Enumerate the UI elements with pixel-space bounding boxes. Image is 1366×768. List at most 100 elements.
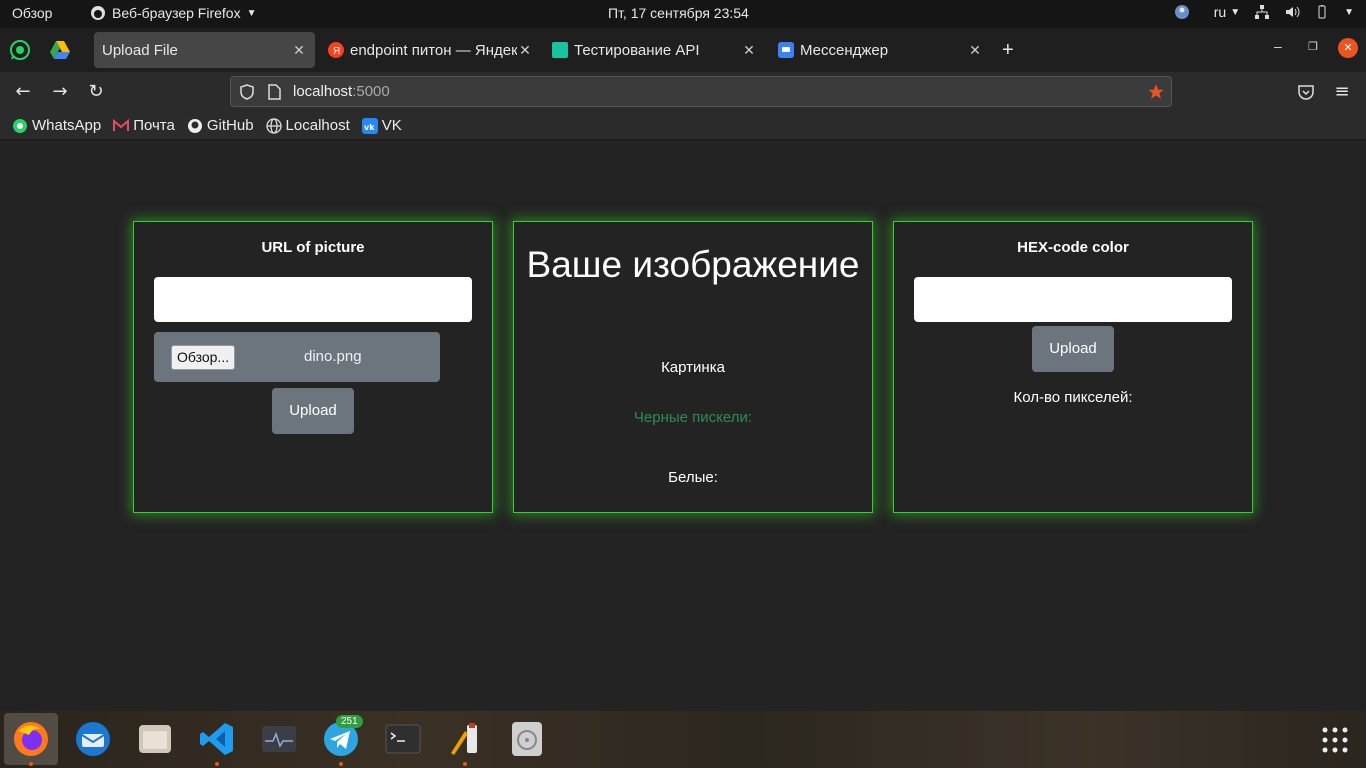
maximize-button[interactable]: ❐ [1308,40,1318,53]
bookmark-vk[interactable]: vk VK [361,117,402,134]
tab-yandex-search[interactable]: Я endpoint питон — Яндекс ✕ [320,32,541,68]
url-bar[interactable]: localhost:5000 [230,76,1172,107]
navigation-toolbar: ← → ↻ localhost:5000 ≡ [0,72,1366,112]
google-drive-pinned-tab-icon[interactable] [48,38,72,62]
picture-label: Картинка [661,359,725,376]
chevron-down-icon[interactable]: ▼ [1344,7,1354,18]
system-monitor-icon[interactable] [259,719,299,759]
card-title: URL of picture [261,239,365,256]
thunderbird-icon[interactable] [73,719,113,759]
mail-icon [113,118,130,131]
paint-app-icon[interactable] [445,719,485,759]
running-indicator [463,762,467,766]
tab-upload-file[interactable]: Upload File ✕ [94,32,315,68]
back-button[interactable]: ← [12,81,34,103]
upload-button[interactable]: Upload [272,388,354,434]
bookmark-label: VK [381,117,402,134]
close-icon[interactable]: ✕ [291,42,307,59]
minimize-button[interactable]: – [1274,38,1282,54]
github-icon [187,118,202,133]
reload-button[interactable]: ↻ [85,81,107,103]
api-tool-icon [552,42,568,58]
bookmark-label: WhatsApp [32,117,102,134]
files-icon[interactable] [135,719,175,759]
tab-label: endpoint питон — Яндекс [350,41,517,59]
chevron-down-icon: ▼ [246,7,257,19]
tab-api-testing[interactable]: Тестирование API ✕ [544,32,765,68]
hex-color-card: HEX-code color Upload Кол-во пикселей: [893,221,1253,513]
close-window-button[interactable]: ✕ [1338,38,1358,58]
tab-messenger[interactable]: Мессенджер ✕ [770,32,991,68]
card-title: HEX-code color [1017,239,1129,256]
system-top-bar: Обзор Веб-браузер Firefox ▼ Пт, 17 сентя… [0,0,1366,28]
keyboard-layout-indicator[interactable]: ru ▼ [1214,4,1240,20]
keyboard-layout-label: ru [1213,4,1227,20]
chevron-down-icon: ▼ [1230,6,1241,18]
pixel-count-label: Кол-во пикселей: [1013,389,1133,406]
running-indicator [29,762,33,766]
upload-button[interactable]: Upload [1032,326,1114,372]
svg-text:vk: vk [364,123,375,132]
white-pixels-label: Белые: [668,469,718,486]
whatsapp-icon [13,118,27,133]
pocket-icon[interactable] [1297,83,1315,101]
tab-label: Тестирование API [574,41,700,59]
hex-code-input[interactable] [914,277,1232,322]
activities-button[interactable]: Обзор [12,5,52,21]
globe-icon [265,117,282,134]
bookmark-github[interactable]: GitHub [187,117,254,134]
app-menu-label: Веб-браузер Firefox [112,5,241,21]
yandex-icon: Я [328,42,344,58]
shield-icon[interactable] [239,84,255,100]
terminal-icon[interactable] [383,719,423,759]
show-applications-icon[interactable] [1322,727,1348,753]
new-tab-button[interactable]: + [1002,40,1014,60]
volume-icon[interactable] [1284,4,1300,20]
taskbar-dock: 251 [0,711,1366,768]
telegram-unread-badge: 251 [336,715,363,728]
system-tray[interactable]: ru ▼ ▼ [1174,4,1354,20]
firefox-app-icon [91,6,105,20]
user-avatar-icon[interactable] [1174,4,1190,20]
black-pixels-label: Черные пискели: [633,409,753,426]
browse-button[interactable]: Обзор... [171,345,236,370]
url-host: localhost [293,83,353,100]
running-indicator [215,762,219,766]
picture-url-input[interactable] [154,277,472,322]
svg-text:Я: Я [333,46,340,57]
result-card: Ваше изображение Картинка Черные пискели… [513,221,873,513]
result-title: Ваше изображение [526,244,860,285]
close-icon[interactable]: ✕ [967,42,983,59]
selected-file-name: dino.png [304,348,362,365]
tab-label: Upload File [102,41,178,59]
forward-button[interactable]: → [49,81,71,103]
page-icon[interactable] [267,84,281,100]
url-text: localhost:5000 [293,83,390,100]
close-icon[interactable]: ✕ [517,42,533,59]
vscode-icon[interactable] [197,719,237,759]
bookmark-whatsapp[interactable]: WhatsApp [12,117,101,134]
url-port: :5000 [352,83,390,100]
app-menu[interactable]: Веб-браузер Firefox ▼ [90,5,257,21]
page-content: URL of picture Обзор... dino.png Upload … [0,140,1366,711]
chat-bubble-icon [778,42,794,58]
url-upload-card: URL of picture Обзор... dino.png Upload [133,221,493,513]
bookmark-mail[interactable]: Почта [113,117,175,134]
bookmark-label: GitHub [206,117,254,134]
bookmark-label: Почта [133,117,175,134]
bookmark-star-icon[interactable] [1147,83,1165,101]
close-icon[interactable]: ✕ [741,42,757,59]
browser-tab-strip: Upload File ✕ Я endpoint питон — Яндекс … [0,28,1366,72]
bookmarks-toolbar: WhatsApp Почта GitHub Localhost vk VK [0,112,1366,140]
firefox-icon[interactable] [11,719,51,759]
bookmark-label: Localhost [285,117,350,134]
bookmark-localhost[interactable]: Localhost [265,117,350,134]
network-icon[interactable] [1254,4,1270,20]
battery-icon[interactable] [1314,4,1330,20]
clock[interactable]: Пт, 17 сентября 23:54 [608,5,749,21]
file-input[interactable]: Обзор... dino.png [154,332,440,382]
hamburger-menu-icon[interactable]: ≡ [1331,81,1353,103]
tab-label: Мессенджер [800,41,889,59]
whatsapp-pinned-tab-icon[interactable] [8,38,32,62]
disk-utility-icon[interactable] [507,719,547,759]
